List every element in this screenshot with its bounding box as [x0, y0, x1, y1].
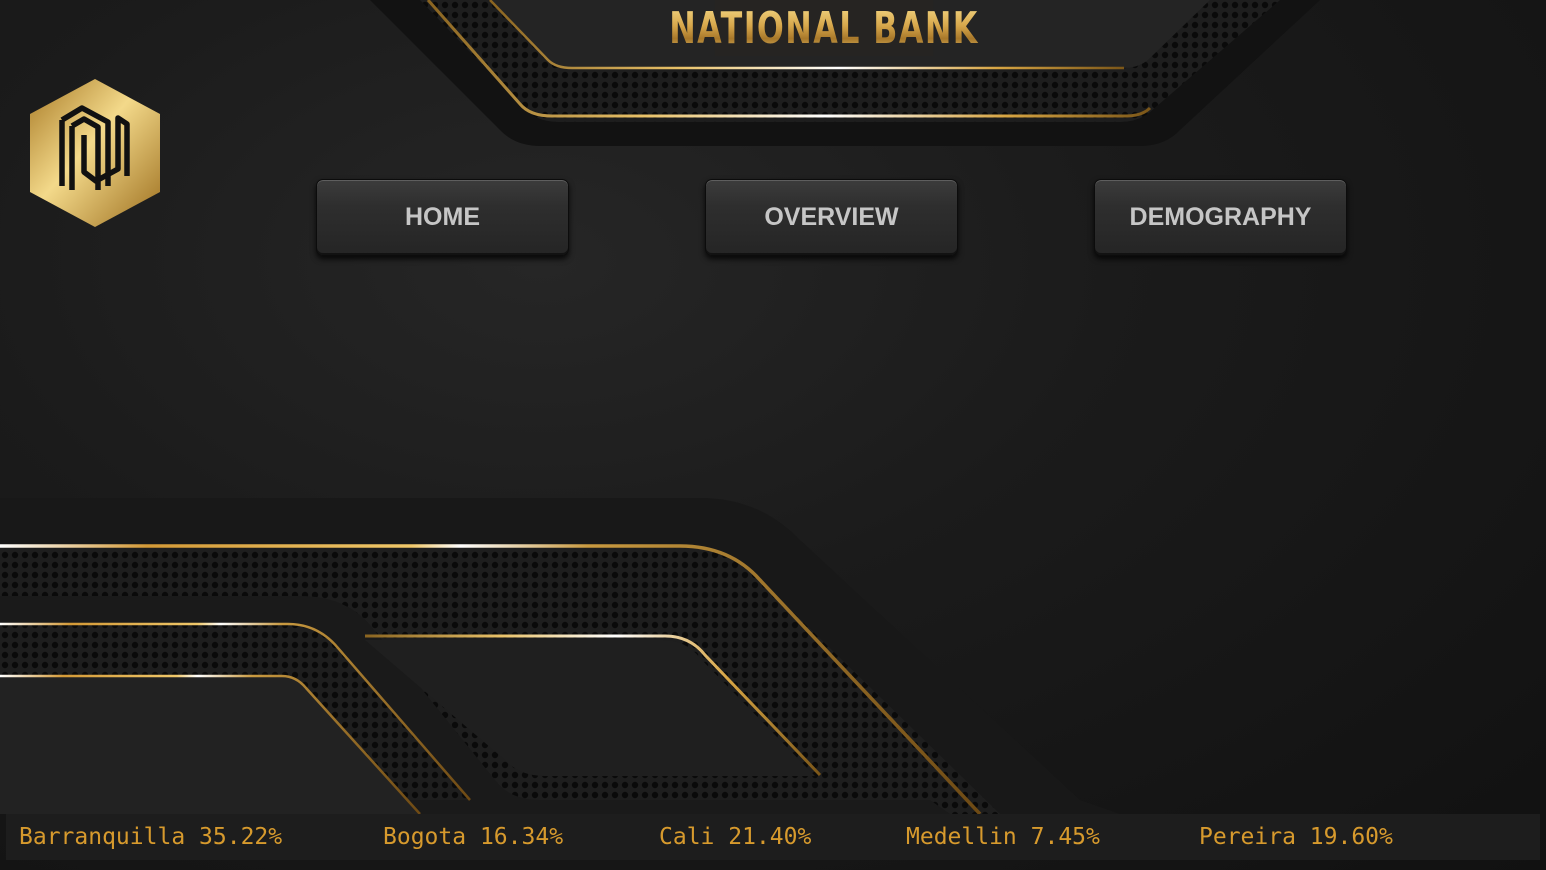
- overview-button[interactable]: OVERVIEW: [705, 179, 958, 256]
- ticker-item: Pereira 19.60%: [1199, 814, 1393, 860]
- ticker-value: 16.34%: [479, 824, 564, 850]
- ticker-item: Medellin 7.45%: [906, 814, 1100, 860]
- ticker-value: 35.22%: [199, 824, 283, 850]
- decorative-gold-stripes: [0, 0, 1320, 816]
- ticker-city: Barranquilla: [19, 824, 186, 850]
- demography-button[interactable]: DEMOGRAPHY: [1094, 179, 1347, 256]
- page-title: NATIONAL BANK: [669, 0, 977, 56]
- ticker-value: 7.45%: [1030, 824, 1100, 850]
- dashboard-background: NATIONAL BANK HOME OVERVIEW DEMOGRAPHY B…: [0, 0, 1546, 870]
- home-button-label: HOME: [405, 203, 480, 231]
- overview-button-label: OVERVIEW: [764, 203, 899, 231]
- ticker-item: Bogota 16.34%: [383, 814, 563, 860]
- ticker-value: 21.40%: [728, 824, 812, 850]
- logo-frame: [22, 72, 176, 235]
- ticker-city: Bogota: [383, 824, 467, 850]
- ticker-city: Cali: [659, 824, 715, 850]
- ticker-item: Cali 21.40%: [659, 814, 811, 860]
- ticker-item: Barranquilla 35.22%: [19, 814, 282, 860]
- demography-button-label: DEMOGRAPHY: [1129, 203, 1312, 231]
- home-button[interactable]: HOME: [316, 179, 569, 256]
- ticker-value: 19.60%: [1309, 824, 1393, 850]
- city-percentage-ticker: Barranquilla 35.22% Bogota 16.34% Cali 2…: [6, 814, 1540, 860]
- ticker-city: Medellin: [906, 824, 1017, 850]
- ticker-city: Pereira: [1199, 824, 1296, 850]
